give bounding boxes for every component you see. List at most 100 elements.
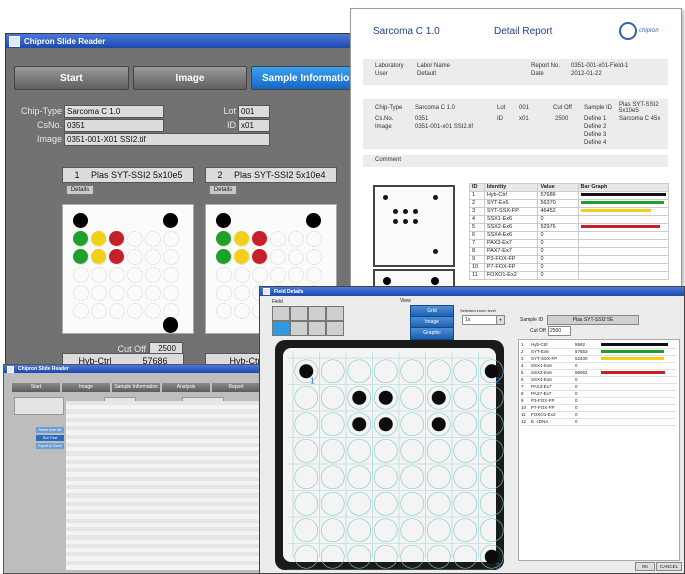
- detected-spot[interactable]: [431, 390, 446, 405]
- list-item-id: 6: [521, 377, 524, 382]
- lot-field[interactable]: 001: [238, 105, 270, 118]
- detected-spot[interactable]: [352, 417, 367, 432]
- ok-button[interactable]: OK: [635, 562, 655, 571]
- empty-spot: [73, 303, 90, 320]
- list-item[interactable]: 10 P7-FOX-FP 0: [521, 405, 677, 412]
- field-button-5[interactable]: [272, 321, 290, 336]
- small-tab-start[interactable]: Start: [12, 383, 60, 392]
- field-button-8[interactable]: [326, 321, 344, 336]
- list-item[interactable]: 12 E. cDNA 0: [521, 419, 677, 426]
- list-item-value: 0: [575, 377, 578, 382]
- small-tab-analysis[interactable]: Analysis: [162, 383, 210, 392]
- empty-spot: [270, 267, 287, 284]
- list-item[interactable]: 5 SSX2-Ex6 56062: [521, 370, 677, 377]
- list-item[interactable]: 2 SYT-Ex6 57653: [521, 349, 677, 356]
- list-item-id: 10: [521, 405, 527, 410]
- slide2-details-button[interactable]: Details: [209, 185, 237, 195]
- list-item-id: 8: [521, 391, 524, 396]
- tab-sample-information[interactable]: Sample Information: [251, 66, 366, 90]
- field-label: Field: [272, 299, 283, 305]
- list-item-name: FOXO1-Ex2: [531, 412, 556, 417]
- grid-cut-off-label: Cut Off: [530, 328, 546, 334]
- detected-spot[interactable]: [378, 390, 393, 405]
- field-button-3[interactable]: [308, 306, 326, 321]
- table-row: 7 PAX3-Ex7 0: [469, 239, 669, 248]
- row-value: 57686: [537, 191, 579, 200]
- rep-sample-id-value: Plas SYT-SSI2 5x10e5: [619, 102, 659, 114]
- spot-marker-label: 2: [496, 376, 501, 385]
- zoom-dropdown-icon[interactable]: ▾: [496, 315, 505, 325]
- table-row: 3 SYT-SSX-FP 46452: [469, 207, 669, 216]
- empty-spot: [288, 249, 305, 266]
- table-row: 10 P7-FOX-FP 0: [469, 263, 669, 272]
- list-item-value: 0: [575, 419, 578, 424]
- row-bar-cell: [577, 255, 669, 264]
- rep-lot-value: 001: [519, 105, 530, 111]
- window-titlebar: Chipron Slide Reader: [6, 34, 366, 48]
- small-tab-sample-information[interactable]: Sample Information: [112, 383, 160, 392]
- slide1-name: Plas SYT-SSI2 5x10e5: [91, 170, 183, 180]
- field-image-frame: 1 2 3: [275, 340, 506, 571]
- row-id: 8: [469, 247, 485, 256]
- small-tab-image[interactable]: Image: [62, 383, 110, 392]
- slide1-details-button[interactable]: Details: [66, 185, 94, 195]
- tab-image[interactable]: Image: [132, 66, 248, 90]
- list-item-value: 0: [575, 412, 578, 417]
- list-item-id: 11: [521, 412, 526, 417]
- empty-spot: [252, 267, 269, 284]
- row-identity: PAX3-Ex7: [483, 239, 539, 248]
- tab-start[interactable]: Start: [14, 66, 129, 90]
- run-fast-button[interactable]: Run Fast: [36, 435, 64, 441]
- detected-spot[interactable]: [378, 417, 393, 432]
- select-from-list-button[interactable]: Select from list: [36, 427, 64, 433]
- row-bar-cell: [577, 239, 669, 248]
- list-item[interactable]: 7 PAX3-Ex7 0: [521, 384, 677, 391]
- slide1-header[interactable]: 1 Plas SYT-SSI2 5x10e5: [62, 167, 194, 183]
- view-label: View: [400, 298, 411, 304]
- list-item[interactable]: 1 Hyb-Ctrl 5692: [521, 342, 677, 349]
- report-heading: Detail Report: [494, 26, 553, 37]
- list-item-value: 52400: [575, 356, 588, 361]
- list-item[interactable]: 9 P3-FOX-FP 0: [521, 398, 677, 405]
- grid-sample-id-field[interactable]: Plas SYT-SSI2 5E: [547, 315, 639, 325]
- csno-field[interactable]: 0351: [64, 119, 164, 132]
- detected-spot[interactable]: [352, 390, 367, 405]
- view-graphic-button[interactable]: Graphic: [410, 327, 454, 340]
- field-button-7[interactable]: [308, 321, 326, 336]
- rep-chip-type-label: Chip-Type: [375, 105, 403, 111]
- list-item-id: 12: [521, 419, 527, 424]
- list-item[interactable]: 3 SYT-SSX-FP 52400: [521, 356, 677, 363]
- list-item-name: P3-FOX-FP: [531, 398, 555, 403]
- row-bar: [580, 209, 651, 213]
- list-item-name: SYT-Ex6: [531, 349, 549, 354]
- field-button-2[interactable]: [290, 306, 308, 321]
- list-item-name: P7-FOX-FP: [531, 405, 555, 410]
- row-bar-cell: [577, 263, 669, 272]
- chip-type-field[interactable]: Sarcoma C 1.0: [64, 105, 164, 118]
- report-slide-thumbnail: [373, 185, 455, 267]
- image-field[interactable]: 0351-001-X01 SSI2.tif: [64, 133, 270, 146]
- cancel-button[interactable]: CANCEL: [656, 562, 682, 571]
- grid-cut-off-field[interactable]: 2500: [548, 326, 571, 336]
- report-spot: [413, 209, 418, 214]
- small-tab-report[interactable]: Report: [212, 383, 260, 392]
- row-bar-cell: [577, 215, 669, 224]
- export-to-excel-button[interactable]: Export to Excel: [36, 443, 64, 449]
- field-button-1[interactable]: [272, 306, 290, 321]
- detected-spot[interactable]: [431, 417, 446, 432]
- zoom-select[interactable]: 1x: [462, 315, 500, 325]
- slide2-header[interactable]: 2 Plas SYT-SSI2 5x10e4: [205, 167, 337, 183]
- id-field[interactable]: x01: [238, 119, 270, 132]
- list-item-bar: [601, 350, 664, 354]
- list-item[interactable]: 8 PAX7-Ex7 0: [521, 391, 677, 398]
- field-button-6[interactable]: [290, 321, 308, 336]
- list-item[interactable]: 11 FOXO1-Ex2 0: [521, 412, 677, 419]
- report-spot: [393, 219, 398, 224]
- list-item-value: 0: [575, 398, 578, 403]
- empty-spot: [73, 285, 90, 302]
- list-item[interactable]: 4 SSX1-Ex6 0: [521, 363, 677, 370]
- black-spot: [216, 213, 232, 229]
- list-item[interactable]: 6 SSX4-Ex6 0: [521, 377, 677, 384]
- empty-spot: [91, 303, 108, 320]
- field-button-4[interactable]: [326, 306, 344, 321]
